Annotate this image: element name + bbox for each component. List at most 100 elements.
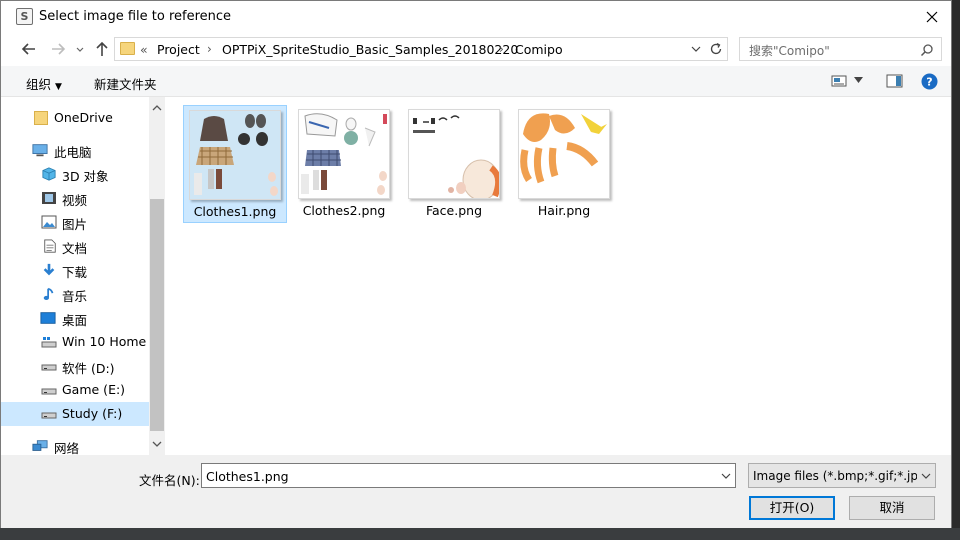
breadcrumb-samples[interactable]: OPTPiX_SpriteStudio_Basic_Samples_201802…: [222, 42, 518, 57]
svg-text:?: ?: [926, 76, 932, 89]
nav-item-label: 文档: [62, 241, 88, 256]
nav-item-label: Game (E:): [62, 382, 126, 397]
breadcrumb-comipo[interactable]: Comipo: [515, 42, 563, 57]
file-type-dropdown[interactable]: [917, 464, 935, 487]
chevron-down-icon[interactable]: [721, 472, 731, 480]
address-dropdown[interactable]: [689, 41, 703, 57]
chevron-down-icon[interactable]: [152, 439, 162, 449]
file-thumbnail: [298, 109, 390, 199]
chevron-down-icon: [921, 473, 931, 479]
help-icon[interactable]: ?: [921, 73, 938, 90]
drive-icon: [41, 337, 57, 348]
app-icon: S: [16, 8, 33, 25]
organize-button[interactable]: 组织 ▼: [26, 74, 62, 93]
folder-icon: [120, 42, 135, 55]
nav-item-network[interactable]: 网络: [1, 434, 149, 456]
breadcrumb-overflow[interactable]: «: [140, 42, 148, 57]
address-bar[interactable]: « Project › OPTPiX_SpriteStudio_Basic_Sa…: [114, 37, 728, 61]
caret-down-icon: ▼: [55, 82, 62, 92]
nav-item-label: 视频: [62, 193, 88, 208]
nav-item-label: 音乐: [62, 289, 88, 304]
breadcrumb-separator[interactable]: ›: [207, 42, 212, 56]
nav-item-onedrive[interactable]: OneDrive: [1, 106, 149, 130]
open-button[interactable]: 打开(O): [749, 496, 835, 520]
file-list: Clothes1.png Clothes2.png Face.png Hair.…: [165, 97, 951, 455]
arrow-right-icon: [52, 43, 66, 55]
folder-icon: [34, 111, 48, 125]
nav-item-this-pc[interactable]: 此电脑: [1, 138, 149, 162]
nav-item-desktop[interactable]: 桌面: [1, 306, 149, 330]
nav-item-drive-d[interactable]: 软件 (D:): [1, 354, 149, 378]
background-strip: [0, 528, 960, 540]
pictures-icon: [41, 215, 57, 229]
breadcrumb-separator[interactable]: ›: [499, 42, 504, 56]
nav-scrollbar[interactable]: [149, 97, 165, 455]
scrollbar-thumb[interactable]: [150, 199, 164, 431]
file-tile-face[interactable]: Face.png: [403, 105, 507, 223]
file-name: Face.png: [425, 203, 483, 218]
nav-item-label: Win 10 Home ›: [62, 334, 156, 349]
preview-pane-icon[interactable]: [886, 73, 903, 89]
nav-item-label: 下载: [62, 265, 88, 280]
nav-item-label: 此电脑: [54, 145, 92, 160]
search-icon[interactable]: [920, 43, 934, 57]
file-tile-clothes2[interactable]: Clothes2.png: [293, 105, 397, 223]
nav-item-downloads[interactable]: 下载: [1, 258, 149, 282]
navigation-pane: OneDrive 此电脑 3D 对象 视频 图片 文档 下载 音乐 桌面 Win…: [1, 97, 165, 456]
file-type-value: Image files (*.bmp;*.gif;*.jpg;: [753, 469, 930, 483]
recent-locations-button[interactable]: [74, 39, 86, 59]
up-button[interactable]: [92, 39, 112, 59]
nav-item-videos[interactable]: 视频: [1, 186, 149, 210]
forward-button[interactable]: [48, 39, 68, 59]
nav-item-label: 桌面: [62, 313, 88, 328]
filename-input[interactable]: Clothes1.png: [201, 463, 736, 488]
video-icon: [42, 192, 56, 204]
computer-icon: [32, 144, 48, 157]
nav-item-documents[interactable]: 文档: [1, 234, 149, 258]
nav-item-label: 3D 对象: [62, 169, 109, 184]
drive-icon: [41, 412, 57, 419]
back-button[interactable]: [19, 39, 39, 59]
arrow-up-icon: [96, 41, 108, 56]
dialog-footer: 文件名(N): Clothes1.png Image files (*.bmp;…: [1, 455, 951, 529]
nav-item-win10-home[interactable]: Win 10 Home ›: [1, 330, 155, 354]
nav-item-label: Study (F:): [62, 406, 123, 421]
filename-label: 文件名(N):: [139, 473, 200, 488]
breadcrumb-project[interactable]: Project: [157, 42, 200, 57]
title-bar: S Select image file to reference: [1, 1, 951, 32]
close-icon: [926, 11, 938, 23]
nav-item-drive-f[interactable]: Study (F:): [1, 402, 149, 426]
nav-item-drive-e[interactable]: Game (E:): [1, 378, 149, 402]
search-input[interactable]: 搜索"Comipo": [739, 37, 942, 61]
desktop-icon: [40, 312, 56, 324]
search-placeholder: 搜索"Comipo": [749, 44, 830, 58]
nav-item-3d-objects[interactable]: 3D 对象: [1, 162, 149, 186]
new-folder-button[interactable]: 新建文件夹: [94, 74, 157, 93]
network-icon: [32, 440, 48, 451]
3d-objects-icon: [42, 167, 56, 181]
arrow-left-icon: [21, 43, 35, 55]
refresh-button[interactable]: [708, 41, 724, 57]
file-name: Clothes2.png: [302, 203, 386, 218]
download-icon: [43, 263, 55, 276]
file-type-select[interactable]: Image files (*.bmp;*.gif;*.jpg;: [748, 463, 936, 488]
cancel-button[interactable]: 取消: [849, 496, 935, 520]
file-tile-clothes1[interactable]: Clothes1.png: [183, 105, 287, 223]
window-title: Select image file to reference: [39, 9, 232, 24]
file-name: Hair.png: [537, 203, 591, 218]
file-thumbnail: [408, 109, 500, 199]
file-tile-hair[interactable]: Hair.png: [513, 105, 617, 223]
music-icon: [43, 287, 54, 300]
caret-down-icon[interactable]: [854, 77, 863, 84]
view-options-icon[interactable]: [831, 73, 847, 89]
close-button[interactable]: [913, 1, 951, 32]
nav-item-music[interactable]: 音乐: [1, 282, 149, 306]
chevron-down-icon: [76, 47, 84, 52]
drive-icon: [41, 388, 57, 395]
command-bar: 组织 ▼ 新建文件夹 ?: [1, 66, 951, 97]
refresh-icon: [710, 42, 722, 55]
chevron-up-icon[interactable]: [152, 103, 162, 113]
file-dialog: S Select image file to reference « Proje…: [0, 0, 952, 529]
nav-item-pictures[interactable]: 图片: [1, 210, 149, 234]
documents-icon: [44, 239, 56, 253]
